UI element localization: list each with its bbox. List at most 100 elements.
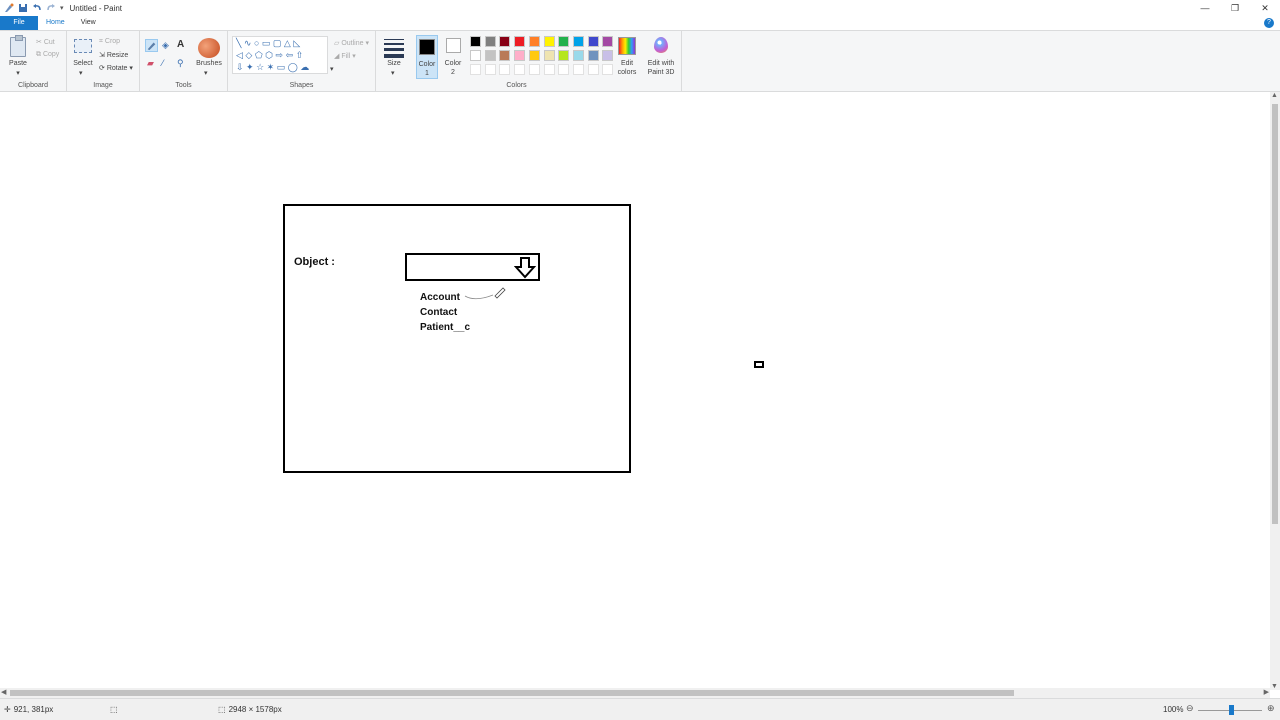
status-bar: ✛ 921, 381px ⬚ ⬚ 2948 × 1578px 100% ⊖ ⊕ bbox=[0, 698, 1280, 720]
color-picker-icon[interactable]: ⁄ bbox=[162, 58, 164, 68]
palette-swatch[interactable] bbox=[558, 50, 570, 61]
colors-group: Color 1 Color 2 Edit colors Edit with Pa… bbox=[412, 31, 682, 91]
undo-icon[interactable] bbox=[32, 3, 42, 13]
copy-button[interactable]: ⧉ Copy bbox=[36, 51, 59, 59]
vertical-scrollbar[interactable]: ▲ ▼ bbox=[1270, 92, 1280, 690]
zoom-in-icon[interactable]: ⊕ bbox=[1267, 703, 1275, 714]
pencil-cursor-stroke bbox=[464, 287, 506, 300]
tab-file[interactable]: File bbox=[0, 16, 38, 30]
palette-swatch[interactable] bbox=[572, 36, 584, 47]
palette-swatch[interactable] bbox=[499, 36, 511, 47]
zoom-slider-thumb[interactable] bbox=[1229, 705, 1234, 715]
minimize-button[interactable]: — bbox=[1190, 0, 1220, 16]
custom-color-slot[interactable] bbox=[543, 64, 555, 75]
palette-swatch[interactable] bbox=[499, 50, 511, 61]
palette-swatch[interactable] bbox=[514, 50, 526, 61]
zoom-out-icon[interactable]: ⊖ bbox=[1186, 703, 1194, 714]
image-group-label: Image bbox=[93, 82, 113, 89]
palette-swatch[interactable] bbox=[587, 50, 599, 61]
rotate-button[interactable]: ⟳ Rotate ▾ bbox=[99, 64, 133, 72]
shapes-more-icon[interactable]: ▾ bbox=[330, 65, 334, 73]
resize-button[interactable]: ⇲ Resize bbox=[99, 51, 128, 59]
color2-label[interactable]: Color 2 bbox=[442, 59, 464, 77]
help-icon[interactable]: ? bbox=[1264, 18, 1274, 28]
save-icon[interactable] bbox=[18, 3, 28, 13]
palette-swatch[interactable] bbox=[543, 50, 555, 61]
fill-button[interactable]: ◢ Fill ▾ bbox=[334, 52, 356, 60]
scroll-left-icon[interactable]: ◀ bbox=[1, 688, 6, 696]
paste-button[interactable]: Paste bbox=[6, 60, 30, 67]
tools-group: ◈ A ▰ ⁄ ⚲ Brushes ▾ Tools bbox=[140, 31, 228, 91]
paint3d-icon[interactable] bbox=[654, 37, 668, 53]
text-icon[interactable]: A bbox=[177, 39, 184, 50]
size-icon[interactable] bbox=[384, 39, 404, 58]
magnifier-icon[interactable]: ⚲ bbox=[177, 58, 184, 69]
edit-paint3d-button[interactable]: Edit with Paint 3D bbox=[644, 59, 678, 77]
scroll-right-icon[interactable]: ▶ bbox=[1264, 688, 1269, 696]
customize-qat-icon[interactable]: ▾ bbox=[60, 4, 64, 12]
redo-icon[interactable] bbox=[46, 3, 56, 13]
option-text-3: Patient__c bbox=[420, 322, 471, 333]
fill-icon[interactable]: ◈ bbox=[162, 40, 169, 51]
line-shape-icon[interactable]: ╲ ∿ ○ ▭ ▢ △ ◺ bbox=[236, 39, 300, 48]
palette-swatch[interactable] bbox=[543, 36, 555, 47]
custom-color-slot[interactable] bbox=[558, 64, 570, 75]
palette-swatch[interactable] bbox=[528, 36, 540, 47]
custom-color-slot[interactable] bbox=[514, 64, 526, 75]
select-dropdown-icon[interactable]: ▾ bbox=[79, 69, 83, 77]
eraser-icon[interactable]: ▰ bbox=[147, 58, 154, 69]
edit-colors-icon[interactable] bbox=[618, 37, 636, 55]
canvas-area[interactable] bbox=[0, 92, 1270, 690]
star-shape-icon[interactable]: ⇩ ✦ ☆ ✶ ▭ ◯ ☁ bbox=[236, 63, 309, 72]
custom-color-slot[interactable] bbox=[587, 64, 599, 75]
palette-swatch[interactable] bbox=[484, 36, 496, 47]
tab-home[interactable]: Home bbox=[38, 16, 73, 30]
colors-group-label: Colors bbox=[506, 82, 527, 89]
palette-swatch[interactable] bbox=[602, 36, 614, 47]
polygon-shape-icon[interactable]: ◁ ◇ ⬠ ⬡ ⇨ ⇦ ⇧ bbox=[236, 51, 303, 60]
color1-button[interactable]: Color 1 bbox=[416, 35, 438, 79]
custom-color-slot[interactable] bbox=[572, 64, 584, 75]
restore-button[interactable]: ❐ bbox=[1220, 0, 1250, 16]
tools-group-label: Tools bbox=[175, 82, 192, 89]
selection-size-icon: ⬚ bbox=[110, 705, 118, 714]
palette-swatch[interactable] bbox=[587, 36, 599, 47]
crop-button[interactable]: ⌗ Crop bbox=[99, 38, 120, 46]
scroll-up-icon[interactable]: ▲ bbox=[1271, 92, 1278, 99]
color2-swatch[interactable] bbox=[446, 38, 461, 53]
vertical-scroll-thumb[interactable] bbox=[1272, 104, 1278, 524]
custom-color-slot[interactable] bbox=[470, 64, 481, 75]
brushes-dropdown-icon[interactable]: ▾ bbox=[204, 69, 208, 77]
palette-swatch[interactable] bbox=[558, 36, 570, 47]
paste-icon[interactable] bbox=[10, 35, 26, 57]
palette-swatch[interactable] bbox=[470, 50, 481, 61]
custom-color-slot[interactable] bbox=[484, 64, 496, 75]
brushes-icon[interactable] bbox=[198, 38, 220, 58]
edit-colors-button[interactable]: Edit colors bbox=[612, 59, 642, 77]
horizontal-scrollbar[interactable]: ◀ ▶ bbox=[0, 688, 1270, 698]
palette-swatch[interactable] bbox=[484, 50, 496, 61]
horizontal-scroll-thumb[interactable] bbox=[10, 690, 1014, 696]
brushes-button[interactable]: Brushes bbox=[194, 60, 224, 67]
tab-view[interactable]: View bbox=[73, 16, 104, 30]
custom-color-slot[interactable] bbox=[528, 64, 540, 75]
image-group: Select ▾ ⌗ Crop ⇲ Resize ⟳ Rotate ▾ Imag… bbox=[67, 31, 140, 91]
scroll-down-icon[interactable]: ▼ bbox=[1271, 683, 1278, 690]
size-dropdown-icon[interactable]: ▾ bbox=[391, 69, 395, 77]
shapes-gallery[interactable]: ╲ ∿ ○ ▭ ▢ △ ◺ ◁ ◇ ⬠ ⬡ ⇨ ⇦ ⇧ ⇩ ✦ ☆ ✶ ▭ ◯ … bbox=[232, 36, 328, 74]
close-button[interactable]: ✕ bbox=[1250, 0, 1280, 16]
palette-swatch[interactable] bbox=[470, 36, 481, 47]
pencil-icon[interactable] bbox=[145, 39, 158, 52]
palette-swatch[interactable] bbox=[572, 50, 584, 61]
select-button[interactable]: Select bbox=[71, 60, 95, 67]
palette-swatch[interactable] bbox=[514, 36, 526, 47]
palette-swatch[interactable] bbox=[528, 50, 540, 61]
size-button[interactable]: Size bbox=[380, 60, 408, 67]
outline-button[interactable]: ▱ Outline ▾ bbox=[334, 39, 369, 47]
paste-dropdown-icon[interactable]: ▾ bbox=[8, 69, 28, 77]
selection-size: ⬚ bbox=[110, 705, 118, 714]
select-icon[interactable] bbox=[74, 39, 92, 53]
cut-button[interactable]: ✂ Cut bbox=[36, 38, 55, 46]
custom-color-slot[interactable] bbox=[499, 64, 511, 75]
image-size-icon: ⬚ bbox=[218, 705, 226, 714]
